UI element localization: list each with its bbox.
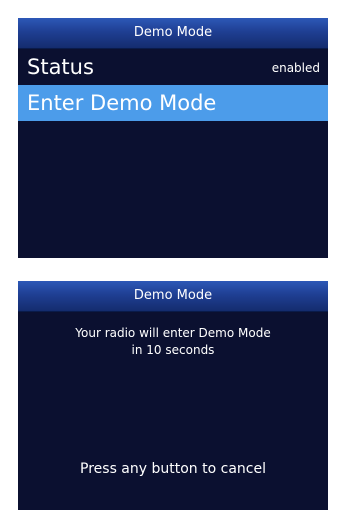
menu-item-enter-demo-mode-label: Enter Demo Mode	[27, 91, 217, 115]
cancel-hint: Press any button to cancel	[80, 461, 266, 477]
screen-title: Demo Mode	[18, 18, 328, 49]
countdown-message-line-1: Your radio will enter Demo Mode	[75, 326, 271, 340]
countdown-message: Your radio will enter Demo Mode in 10 se…	[18, 325, 328, 359]
countdown-message-line-2: in 10 seconds	[131, 343, 215, 357]
menu-item-status-label: Status	[27, 55, 94, 79]
menu-item-enter-demo-mode[interactable]: Enter Demo Mode	[18, 85, 328, 121]
demo-mode-menu-screen: Demo Mode Status enabled Enter Demo Mode	[18, 18, 328, 258]
screen-title: Demo Mode	[18, 281, 328, 312]
menu-item-status[interactable]: Status enabled	[18, 49, 328, 85]
status-value: enabled	[271, 61, 320, 75]
demo-mode-countdown-screen: Demo Mode Your radio will enter Demo Mod…	[18, 281, 328, 510]
